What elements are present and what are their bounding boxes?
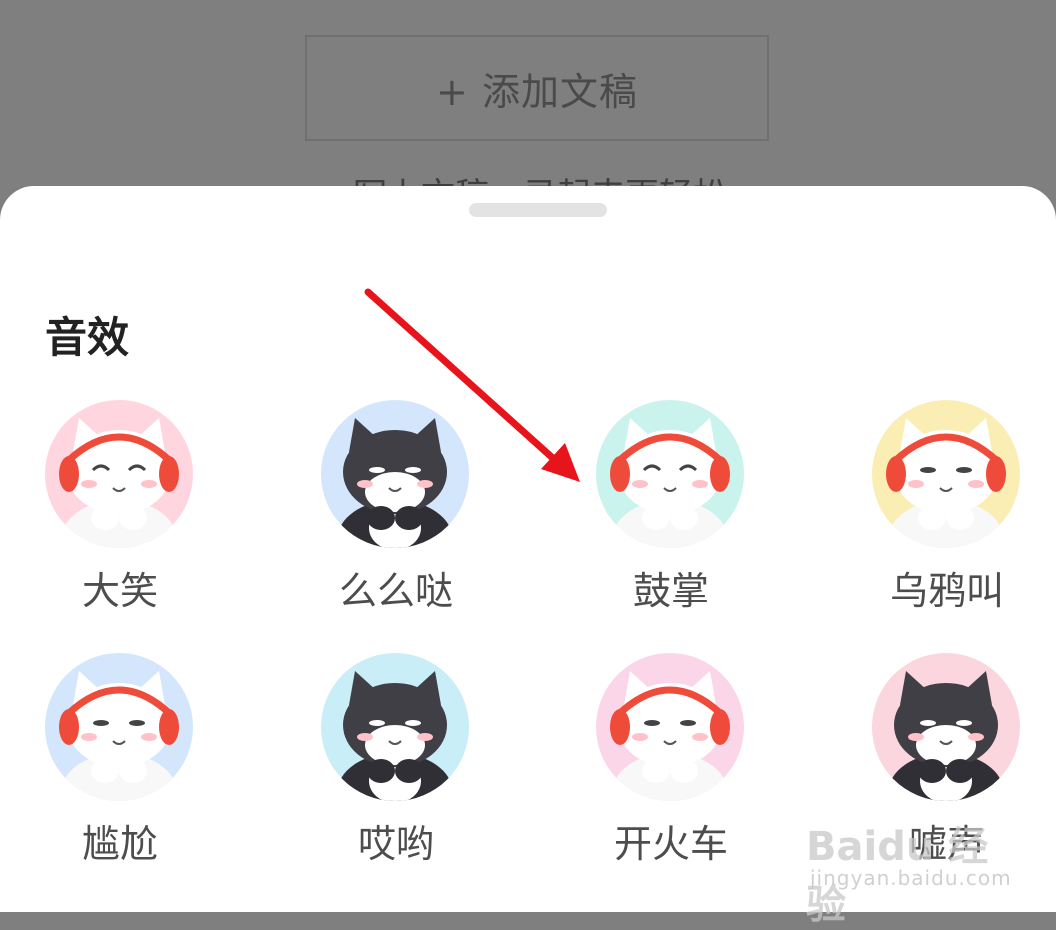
sfx-item-laugh[interactable]: 大笑 (20, 400, 220, 630)
ouch-cat-icon (321, 653, 469, 801)
sfx-item-awkward[interactable]: 尴尬 (20, 653, 220, 883)
sfx-item-train[interactable]: 开火车 (571, 653, 771, 883)
sheet-title: 音效 (45, 313, 130, 362)
sfx-item-crow[interactable]: 乌鸦叫 (847, 400, 1047, 630)
sfx-label: 尴尬 (81, 822, 158, 866)
sfx-item-ouch[interactable]: 哎哟 (296, 653, 496, 883)
awkward-cat-icon (45, 653, 193, 801)
sfx-label: 么么哒 (338, 569, 453, 613)
sfx-label: 嘘声 (908, 822, 985, 866)
sfx-label: 大笑 (81, 569, 158, 613)
sheet-drag-handle[interactable] (469, 203, 607, 217)
sound-effects-sheet: 音效 大笑 么么哒 鼓掌 乌鸦叫 尴尬 哎哟 开火车 嘘声 (0, 186, 1056, 912)
train-cat-icon (596, 653, 744, 801)
sfx-item-kiss[interactable]: 么么哒 (296, 400, 496, 630)
sfx-label: 乌鸦叫 (889, 569, 1004, 613)
clapping-cat-icon (596, 400, 744, 548)
sfx-label: 鼓掌 (632, 569, 709, 613)
add-draft-label: + 添加文稿 (436, 69, 638, 114)
sfx-item-boo[interactable]: 嘘声 (847, 653, 1047, 883)
crow-cat-icon (872, 400, 1020, 548)
kissing-cat-icon (321, 400, 469, 548)
sfx-label: 哎哟 (357, 822, 434, 866)
add-draft-button[interactable]: + 添加文稿 (305, 35, 769, 141)
sfx-item-applause[interactable]: 鼓掌 (571, 400, 771, 630)
laughing-cat-icon (45, 400, 193, 548)
sfx-label: 开火车 (613, 822, 728, 866)
boo-cat-icon (872, 653, 1020, 801)
